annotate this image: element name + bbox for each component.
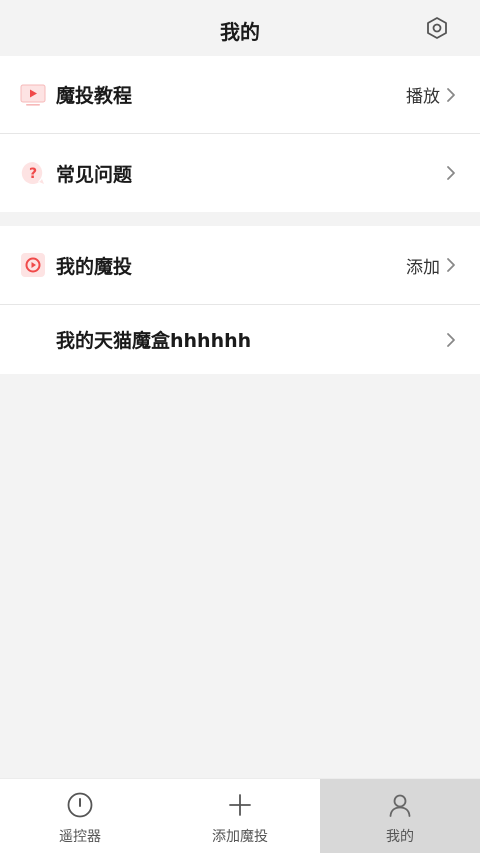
svg-text:?: ? — [29, 166, 37, 182]
chevron-right-icon — [445, 165, 457, 181]
bottom-tab-bar: 遥控器 添加魔投 我的 — [0, 778, 480, 853]
add-link[interactable]: 添加 — [406, 253, 440, 278]
row-label: 常见问题 — [56, 163, 133, 186]
play-video-icon — [20, 82, 46, 108]
cast-circle-icon — [20, 252, 46, 278]
tab-mine[interactable]: 我的 — [320, 779, 480, 853]
row-device[interactable]: 我的天猫魔盒hhhhhh — [0, 305, 480, 374]
tab-label: 我的 — [386, 829, 414, 845]
tab-label: 遥控器 — [59, 829, 101, 845]
remote-icon — [66, 791, 94, 819]
row-my-cast[interactable]: 我的魔投 添加 — [0, 226, 480, 304]
tab-remote[interactable]: 遥控器 — [0, 779, 160, 853]
chevron-right-icon — [445, 257, 457, 273]
row-tutorial[interactable]: 魔投教程 播放 — [0, 56, 480, 133]
top-bar: 我的 — [0, 0, 480, 56]
chevron-right-icon — [445, 87, 457, 103]
row-label: 魔投教程 — [56, 85, 133, 107]
row-faq[interactable]: ? 常见问题 — [0, 134, 480, 212]
play-link[interactable]: 播放 — [406, 82, 440, 107]
row-label: 我的魔投 — [56, 255, 133, 278]
help-section: 魔投教程 播放 ? 常见问题 — [0, 56, 480, 212]
person-icon — [386, 791, 414, 819]
page-title: 我的 — [220, 20, 260, 44]
plus-icon — [226, 791, 254, 819]
chevron-right-icon — [445, 332, 457, 348]
settings-hexagon-icon — [427, 17, 447, 39]
device-section: 我的魔投 添加 我的天猫魔盒hhhhhh — [0, 226, 480, 374]
tab-label: 添加魔投 — [212, 829, 268, 845]
question-bubble-icon: ? — [20, 160, 46, 186]
tab-add-cast[interactable]: 添加魔投 — [160, 779, 320, 853]
device-name: 我的天猫魔盒hhhhhh — [56, 330, 252, 352]
settings-button[interactable] — [424, 15, 450, 41]
profile-page: 我的 魔投教程 播放 ? 常见问题 我的魔投 添加 我的天猫魔盒hhhhhh 遥… — [0, 0, 480, 853]
